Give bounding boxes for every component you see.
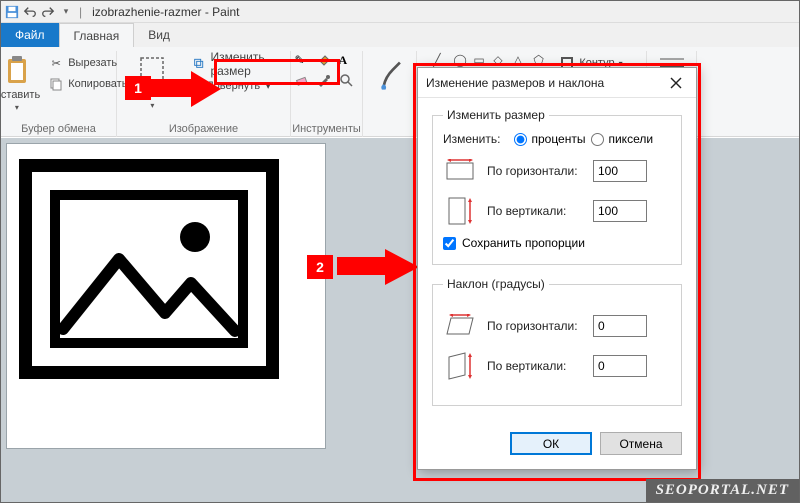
group-clipboard: Вставить ▾ ✂Вырезать Копировать Буфер об… — [1, 51, 117, 137]
keep-aspect-checkbox[interactable] — [443, 237, 456, 250]
resize-horizontal-icon — [443, 156, 477, 186]
tab-view[interactable]: Вид — [134, 23, 184, 47]
resize-horizontal-input[interactable] — [593, 160, 647, 182]
radio-percent[interactable]: проценты — [514, 132, 585, 146]
skew-legend: Наклон (градусы) — [443, 277, 549, 291]
copy-icon — [48, 76, 64, 92]
skew-horizontal-input[interactable] — [593, 315, 647, 337]
cut-button[interactable]: ✂Вырезать — [48, 53, 127, 73]
annotation-arrow-2 — [337, 249, 421, 287]
close-icon — [670, 77, 682, 89]
resize-vertical-input[interactable] — [593, 200, 647, 222]
qat-dropdown-icon[interactable]: ▾ — [59, 5, 73, 19]
group-brushes[interactable] — [363, 51, 417, 137]
tab-file[interactable]: Файл — [1, 23, 59, 47]
text-icon[interactable]: A — [339, 53, 359, 71]
cut-icon: ✂ — [48, 55, 64, 71]
horiz-label: По горизонтали: — [487, 165, 583, 178]
annotation-arrow-1 — [151, 71, 223, 109]
ribbon-tabs: Файл Главная Вид — [1, 23, 799, 47]
annotation-step-2: 2 — [307, 255, 333, 279]
keep-aspect-label: Сохранить пропорции — [462, 236, 585, 250]
dialog-title: Изменение размеров и наклона — [426, 76, 604, 90]
window-title: izobrazhenie-razmer - Paint — [92, 5, 239, 19]
resize-legend: Изменить размер — [443, 108, 549, 122]
copy-button[interactable]: Копировать — [48, 74, 127, 94]
ok-button[interactable]: ОК — [510, 432, 592, 455]
undo-icon[interactable] — [23, 5, 37, 19]
resize-vertical-icon — [443, 196, 477, 226]
image-content — [19, 159, 279, 379]
skew-vertical-icon — [443, 351, 477, 381]
resize-dialog: Изменение размеров и наклона Изменить ра… — [417, 67, 697, 470]
dialog-titlebar[interactable]: Изменение размеров и наклона — [418, 68, 696, 98]
skew-fieldset: Наклон (градусы) По горизонтали: По верт… — [432, 277, 682, 406]
skew-horizontal-icon — [443, 311, 477, 341]
skew-vertical-input[interactable] — [593, 355, 647, 377]
watermark: SEOPORTAL.NET — [646, 479, 799, 502]
annotation-step-1: 1 — [125, 76, 151, 100]
group-caption: Изображение — [169, 123, 238, 135]
skew-vert-label: По вертикали: — [487, 360, 583, 373]
resize-fieldset: Изменить размер Изменить: проценты пиксе… — [432, 108, 682, 265]
titlebar: ▾ | izobrazhenie-razmer - Paint — [1, 1, 799, 23]
group-caption: Буфер обмена — [21, 123, 96, 135]
paste-button[interactable]: Вставить ▾ — [0, 53, 44, 114]
brush-icon — [375, 59, 405, 95]
tab-home[interactable]: Главная — [59, 23, 135, 47]
resize-icon — [194, 56, 205, 72]
close-button[interactable] — [664, 71, 688, 95]
zoom-icon[interactable] — [339, 73, 359, 91]
radio-pixels[interactable]: пиксели — [591, 132, 653, 146]
vert-label: По вертикали: — [487, 205, 583, 218]
paste-icon — [3, 55, 31, 87]
cancel-button[interactable]: Отмена — [600, 432, 682, 455]
annotation-highlight-resize — [214, 59, 340, 85]
save-icon[interactable] — [5, 5, 19, 19]
group-caption: Инструменты — [292, 123, 361, 135]
change-by-label: Изменить: — [443, 132, 500, 146]
skew-horiz-label: По горизонтали: — [487, 320, 583, 333]
redo-icon[interactable] — [41, 5, 55, 19]
